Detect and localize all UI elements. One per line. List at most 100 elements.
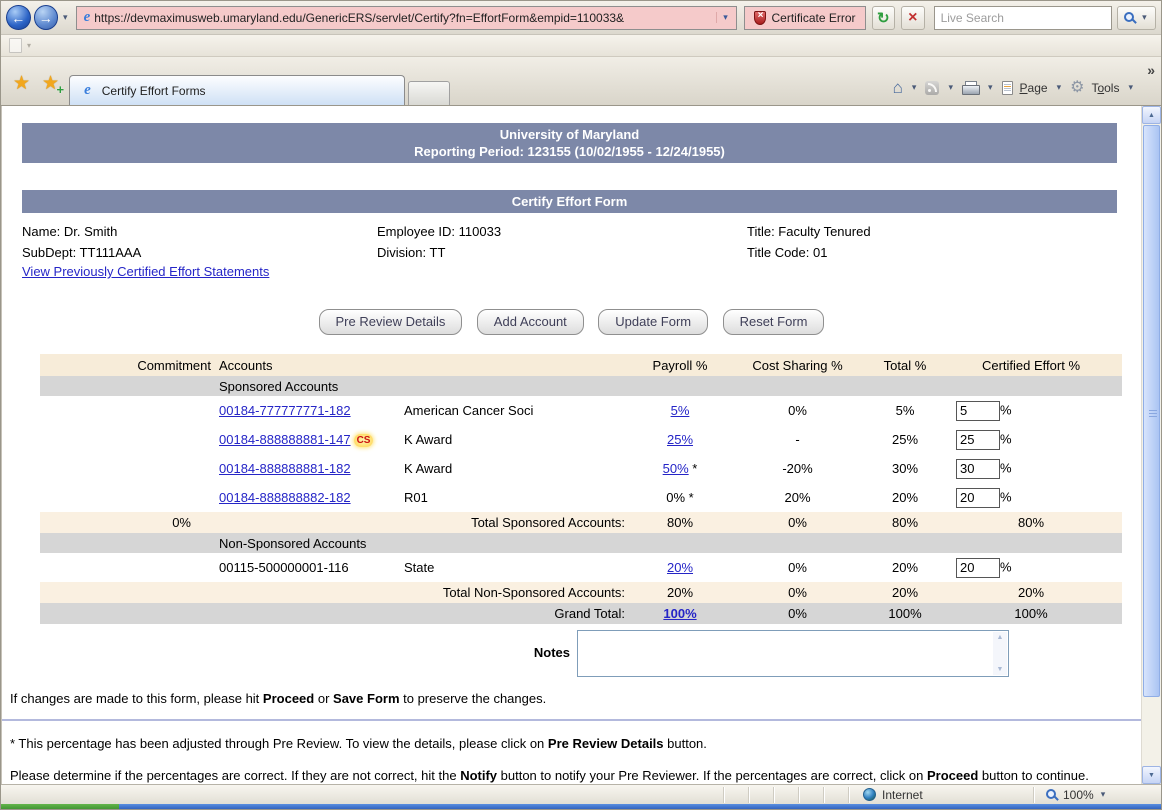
favorites-center-icon[interactable]: ★ <box>13 74 30 93</box>
print-icon[interactable] <box>962 81 979 94</box>
scroll-up-icon: ▲ <box>1148 112 1155 119</box>
ie-page-icon: e <box>80 9 95 26</box>
sponsored-total-row: 0% Total Sponsored Accounts: 80% 0% 80% … <box>40 512 1122 533</box>
nonsponsored-total-total: 20% <box>870 582 940 603</box>
add-account-button[interactable]: Add Account <box>477 309 584 335</box>
certified-effort-input[interactable] <box>956 401 1000 421</box>
notes-textarea[interactable] <box>578 631 993 676</box>
payroll-percent-link[interactable]: 20% <box>667 560 693 575</box>
update-form-button[interactable]: Update Form <box>598 309 708 335</box>
tab-certify-effort-forms[interactable]: e Certify Effort Forms <box>69 75 405 105</box>
taskbar-sliver <box>1 804 1161 810</box>
cost-sharing-value: 0% <box>725 553 870 582</box>
account-link[interactable]: 00184-888888881-147 <box>219 432 351 447</box>
view-previous-statements-link[interactable]: View Previously Certified Effort Stateme… <box>22 264 269 279</box>
action-buttons: Pre Review Details Add Account Update Fo… <box>2 309 1141 335</box>
nonsponsored-section-row: Non-Sponsored Accounts <box>40 533 1122 553</box>
certified-effort-input[interactable] <box>956 430 1000 450</box>
history-dropdown[interactable]: ▾ <box>61 12 70 23</box>
url-text[interactable]: https://devmaximusweb.umaryland.edu/Gene… <box>94 11 716 25</box>
favorites-group: ★ ★+ <box>7 74 69 105</box>
zoom-level: 100% <box>1063 788 1094 802</box>
home-dropdown-icon[interactable]: ▾ <box>910 82 919 93</box>
sponsored-section-row: Sponsored Accounts <box>40 376 1122 396</box>
table-row: 00184-888888882-182 R01 0% * 20% 20% % <box>40 483 1122 512</box>
nonsponsored-total-certified: 20% <box>940 582 1122 603</box>
stop-icon: × <box>908 9 917 27</box>
header-total: Total % <box>870 354 940 376</box>
new-tab-stub[interactable] <box>408 81 450 105</box>
certified-effort-input[interactable] <box>956 558 1000 578</box>
scrollbar-thumb[interactable] <box>1143 125 1160 697</box>
vertical-scrollbar[interactable]: ▲ ▼ <box>1141 106 1161 784</box>
account-link[interactable]: 00184-888888881-182 <box>219 461 351 476</box>
payroll-percent-link[interactable]: 25% <box>667 432 693 447</box>
percent-suffix: % <box>1000 559 1012 574</box>
certified-effort-input[interactable] <box>956 459 1000 479</box>
rss-feed-icon[interactable] <box>925 81 939 95</box>
payroll-percent-link[interactable]: 5% <box>671 403 690 418</box>
search-go-button[interactable]: ▾ <box>1117 6 1156 30</box>
certified-effort-input[interactable] <box>956 488 1000 508</box>
page-dropdown-icon[interactable]: ▾ <box>1055 82 1064 93</box>
security-zone-cell: Internet <box>848 787 1033 803</box>
percent-suffix: % <box>1000 431 1012 446</box>
sponsored-total-label: Total Sponsored Accounts: <box>215 512 635 533</box>
feed-dropdown-icon[interactable]: ▾ <box>946 82 955 93</box>
scrollbar-down-button[interactable]: ▼ <box>1142 766 1161 784</box>
certificate-error-badge[interactable]: Certificate Error <box>744 6 865 30</box>
employee-id: Employee ID: 110033 <box>377 221 747 242</box>
employee-info: Name: Dr. Smith Employee ID: 110033 Titl… <box>22 221 1141 263</box>
page-menu[interactable]: Page <box>1020 81 1048 95</box>
search-options-icon[interactable]: ▾ <box>1140 12 1149 23</box>
recent-pages-dropdown-icon[interactable]: ▾ <box>27 41 31 50</box>
toolbar-overflow-icon[interactable]: » <box>1147 62 1155 78</box>
save-form-keyword: Save Form <box>333 691 399 706</box>
notes-label: Notes <box>2 630 577 677</box>
account-link[interactable]: 00184-777777771-182 <box>219 403 351 418</box>
zoom-dropdown-icon[interactable]: ▾ <box>1099 789 1108 800</box>
reset-form-button[interactable]: Reset Form <box>723 309 825 335</box>
effort-table: Commitment Accounts Payroll % Cost Shari… <box>40 354 1122 624</box>
scroll-down-icon[interactable]: ▼ <box>997 664 1004 675</box>
tools-menu[interactable]: Tools <box>1091 81 1119 95</box>
payroll-percent-link[interactable]: 50% <box>663 461 689 476</box>
forward-button[interactable]: → <box>34 5 59 30</box>
account-number: 00115-500000001-116 <box>215 553 400 582</box>
notify-keyword: Notify <box>460 768 497 783</box>
command-buttons: ⌂ ▾ ▾ ▾ Page ▾ ⚙ Tools ▾ <box>893 79 1135 96</box>
start-button-edge <box>1 804 119 810</box>
recent-pages-icon[interactable] <box>9 38 22 53</box>
nonsponsored-total-cost: 0% <box>725 582 870 603</box>
add-favorite-icon[interactable]: ★+ <box>42 74 59 93</box>
stop-button[interactable]: × <box>901 6 925 30</box>
page-viewport: University of Maryland Reporting Period:… <box>1 106 1161 784</box>
home-icon[interactable]: ⌂ <box>893 79 903 96</box>
hint-text: If changes are made to this form, please… <box>10 691 263 706</box>
print-dropdown-icon[interactable]: ▾ <box>986 82 995 93</box>
proceed-keyword: Proceed <box>263 691 314 706</box>
footnote-text: Please determine if the percentages are … <box>10 768 460 783</box>
account-name: K Award <box>400 425 635 454</box>
status-cell <box>723 787 748 803</box>
cost-sharing-badge: CS <box>354 434 374 447</box>
sponsored-total-cost: 0% <box>725 512 870 533</box>
search-input[interactable] <box>935 7 1111 29</box>
zoom-control[interactable]: 100% ▾ <box>1033 787 1161 803</box>
refresh-button[interactable]: ↻ <box>872 6 896 30</box>
tools-dropdown-icon[interactable]: ▾ <box>1126 82 1135 93</box>
nonsponsored-section-label: Non-Sponsored Accounts <box>215 533 1122 553</box>
back-button[interactable]: ← <box>6 5 31 30</box>
footnote-text: button to notify your Pre Reviewer. If t… <box>497 768 927 783</box>
address-dropdown-icon[interactable]: ▾ <box>716 12 733 23</box>
account-link[interactable]: 00184-888888882-182 <box>219 490 351 505</box>
pre-review-details-button[interactable]: Pre Review Details <box>319 309 463 335</box>
back-icon: ← <box>11 10 25 26</box>
search-icon <box>1124 12 1136 24</box>
notes-scrollbar[interactable]: ▲ ▼ <box>993 632 1007 675</box>
address-bar[interactable]: e https://devmaximusweb.umaryland.edu/Ge… <box>76 6 738 30</box>
scroll-up-icon[interactable]: ▲ <box>997 632 1004 643</box>
scrollbar-track[interactable] <box>1142 698 1161 766</box>
scrollbar-up-button[interactable]: ▲ <box>1142 106 1161 124</box>
grand-total-payroll-link[interactable]: 100% <box>663 606 696 621</box>
